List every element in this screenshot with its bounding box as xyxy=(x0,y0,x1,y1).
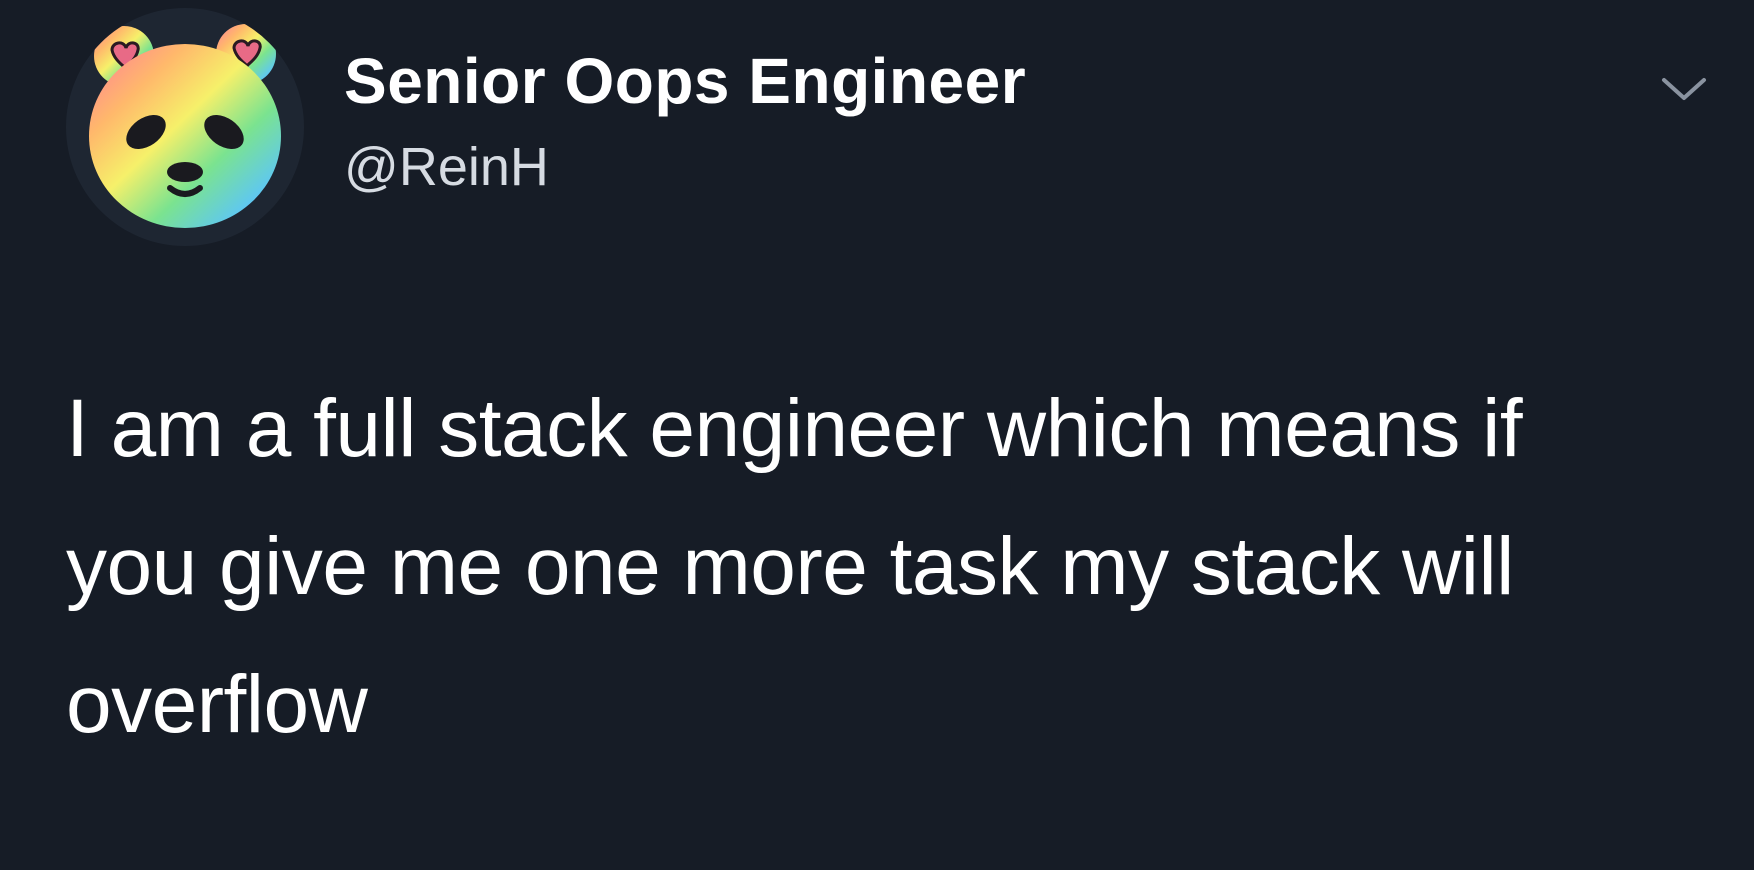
chevron-down-icon xyxy=(1662,78,1706,100)
tweet-menu-button[interactable] xyxy=(1654,70,1714,110)
panda-avatar-icon xyxy=(89,24,281,228)
author-handle[interactable]: @ReinH xyxy=(344,136,549,198)
tweet-text: I am a full stack engineer which means i… xyxy=(66,383,1523,750)
author-display-name[interactable]: Senior Oops Engineer xyxy=(344,44,1026,118)
avatar[interactable] xyxy=(66,8,304,246)
tweet-card: Senior Oops Engineer @ReinH I am a full … xyxy=(0,0,1754,870)
